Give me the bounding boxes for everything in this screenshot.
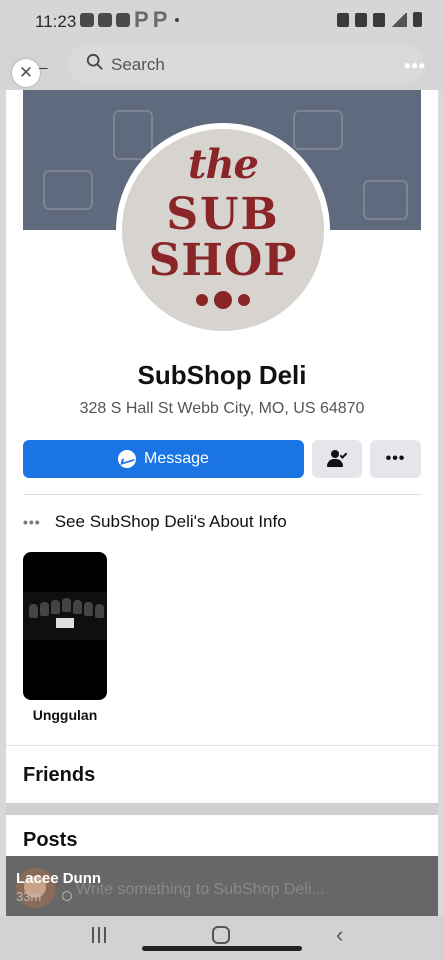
posts-heading: Posts — [23, 829, 78, 851]
cover-decoration — [43, 170, 93, 210]
featured-label: Unggulan — [32, 707, 98, 723]
friend-check-icon — [327, 450, 348, 468]
logo-dots — [122, 291, 324, 309]
featured-photo-sign — [56, 618, 74, 628]
status-system-icons — [337, 12, 422, 27]
featured-story-card[interactable] — [23, 552, 107, 700]
cell-signal-icon — [391, 12, 407, 27]
data-signal-icon — [373, 12, 385, 27]
globe-icon — [62, 891, 72, 901]
recents-icon[interactable] — [92, 927, 106, 943]
profile-picture[interactable]: the SUB SHOP — [116, 123, 330, 337]
divider — [23, 494, 421, 495]
logo-dot — [238, 294, 250, 306]
alarm-icon — [337, 12, 349, 27]
status-bar: 11:23 P P — [0, 0, 444, 40]
featured-photo-person — [84, 602, 93, 616]
search-icon — [86, 53, 103, 70]
search-placeholder: Search — [111, 55, 165, 74]
status-notification-icons: P P — [80, 7, 180, 32]
close-icon[interactable]: ✕ — [12, 59, 40, 87]
more-options-icon[interactable]: ••• — [404, 56, 426, 77]
message-button-label: Message — [144, 450, 209, 467]
system-nav-bar: ‹ — [0, 916, 444, 960]
logo-text-sub: SUB — [166, 189, 280, 240]
logo-dot — [214, 291, 232, 309]
top-header: ← Search ••• — [0, 40, 444, 90]
message-button[interactable]: Message — [23, 440, 304, 478]
page-address[interactable]: 328 S Hall St Webb City, MO, US 64870 — [6, 400, 438, 418]
messenger-icon — [118, 450, 137, 468]
home-icon[interactable] — [212, 926, 230, 944]
logo-dot — [196, 294, 208, 306]
logo-text-shop: SHOP — [148, 235, 298, 286]
write-post-input[interactable]: Write something to SubShop Deli... — [76, 881, 325, 899]
status-time: 11:23 — [35, 12, 77, 31]
notification-letter-p: P — [134, 7, 149, 32]
message-notification-icon — [116, 13, 130, 27]
comment-time: 33m — [16, 889, 42, 904]
about-info-link[interactable]: ••• See SubShop Deli's About Info — [23, 512, 287, 532]
battery-icon — [413, 12, 422, 27]
lock-icon — [355, 12, 367, 27]
more-notifications-dot-icon — [175, 18, 180, 22]
featured-photo-person — [73, 600, 82, 614]
featured-photo-person — [29, 604, 38, 618]
about-info-label: See SubShop Deli's About Info — [54, 512, 287, 531]
featured-photo-person — [62, 598, 71, 612]
page-title: SubShop Deli — [137, 360, 307, 390]
sub-shop-logo: the SUB SHOP — [122, 129, 324, 331]
page-content: the SUB SHOP SubShop Deli 328 S Hall St … — [6, 90, 438, 940]
followed-button[interactable] — [312, 440, 362, 478]
app-screen: 11:23 P P ← Search ••• ✕ the SUB SHOP Su… — [0, 0, 444, 960]
friends-section: Friends — [6, 745, 438, 803]
featured-photo-person — [95, 604, 104, 618]
gesture-handle[interactable] — [142, 946, 302, 951]
more-icon: ••• — [23, 514, 41, 530]
notification-letter-p: P — [152, 7, 168, 32]
voicemail-icon — [98, 13, 112, 27]
app-notification-icon — [80, 13, 94, 27]
featured-photo-person — [51, 600, 60, 614]
logo-text-the: the — [187, 141, 259, 188]
back-chevron-icon[interactable]: ‹ — [336, 922, 343, 948]
more-actions-button[interactable]: ••• — [370, 440, 421, 478]
friends-heading[interactable]: Friends — [23, 764, 95, 787]
featured-photo-person — [40, 602, 49, 616]
cover-decoration — [363, 180, 408, 220]
search-input[interactable]: Search — [68, 44, 424, 84]
section-separator — [6, 803, 438, 815]
